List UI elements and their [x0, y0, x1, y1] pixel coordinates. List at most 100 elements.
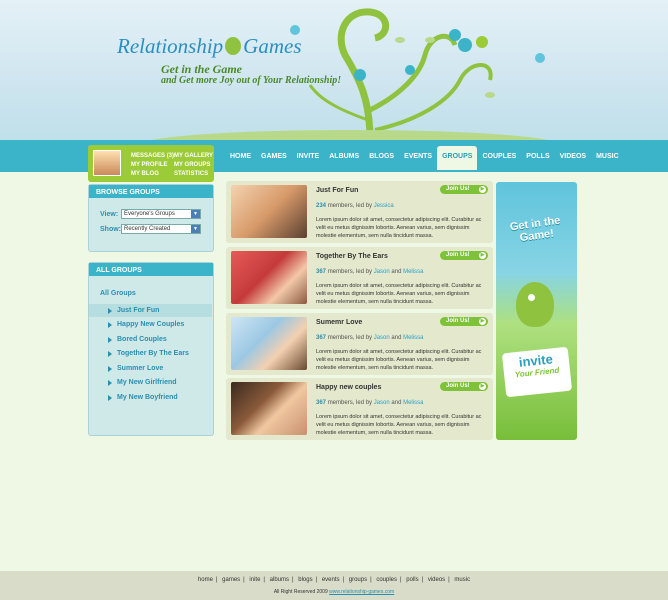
member-count: 367 [316, 400, 327, 406]
group-list-label: Bored Couples [117, 336, 167, 343]
profile-box: MESSAGES (3) MY GALLERY MY PROFILE MY GR… [88, 145, 214, 182]
arrow-right-icon [108, 308, 112, 314]
avatar[interactable] [93, 150, 121, 176]
group-description: Lorem ipsum dolor sit amet, consectetur … [316, 283, 482, 305]
nav-home[interactable]: HOME [225, 146, 256, 170]
my-blog-link[interactable]: MY BLOG [131, 171, 159, 177]
members-text: members, led by [327, 203, 373, 209]
bird-icon [516, 282, 554, 327]
group-card: Just For Fun Join Us! ▶ 234 members, led … [226, 181, 493, 243]
group-list-item-together-by-the-ears[interactable]: Together By The Ears [89, 347, 212, 360]
group-title[interactable]: Sumemr Love [316, 319, 362, 326]
nav-groups[interactable]: GROUPS [437, 146, 478, 170]
leader-link[interactable]: Jason [374, 335, 390, 341]
group-title[interactable]: Happy new couples [316, 384, 381, 391]
and-text: and [391, 400, 402, 406]
site-link[interactable]: www.relationship-games.com [329, 589, 394, 595]
all-groups-heading[interactable]: All Groups [100, 290, 136, 297]
tagline-sub: and Get more Joy out of Your Relationshi… [161, 75, 342, 86]
group-meta: 367 members, led by Jason and Melissa [316, 400, 423, 406]
group-list-item-happy-new-couples[interactable]: Happy New Couples [89, 318, 212, 331]
nav-albums[interactable]: ALBUMS [324, 146, 364, 170]
chevron-down-icon: ▼ [191, 225, 200, 233]
join-button[interactable]: Join Us! ▶ [440, 317, 488, 326]
footer-link-invite[interactable]: inite [249, 577, 260, 583]
footer-link-videos[interactable]: videos [428, 577, 445, 583]
group-list-label: Together By The Ears [117, 350, 189, 357]
site-logo[interactable]: Relationship Games [117, 34, 302, 59]
member-count: 234 [316, 203, 327, 209]
arrow-right-icon [108, 351, 112, 357]
group-list-item-bored-couples[interactable]: Bored Couples [89, 333, 212, 346]
messages-link[interactable]: MESSAGES (3) [131, 153, 174, 159]
footer-link-couples[interactable]: couples [376, 577, 397, 583]
group-description: Lorem ipsum dolor sit amet, consectetur … [316, 349, 482, 371]
footer [0, 571, 668, 600]
footer-link-blogs[interactable]: blogs [298, 577, 312, 583]
statistics-link[interactable]: STATISTICS [174, 171, 208, 177]
group-photo[interactable] [231, 251, 307, 304]
footer-link-albums[interactable]: albums [270, 577, 289, 583]
nav-events[interactable]: EVENTS [399, 146, 437, 170]
nav-invite[interactable]: INVITE [292, 146, 325, 170]
group-title[interactable]: Together By The Ears [316, 253, 388, 260]
members-text: members, led by [327, 269, 373, 275]
group-photo[interactable] [231, 317, 307, 370]
join-label: Join Us! [446, 252, 470, 258]
nav-music[interactable]: MUSIC [591, 146, 624, 170]
copyright: All Right Reserved 2009 www.relationship… [0, 589, 668, 595]
arrow-right-icon [108, 366, 112, 372]
footer-link-polls[interactable]: polls [406, 577, 418, 583]
leader-link[interactable]: Melissa [403, 335, 423, 341]
tree-illustration [290, 8, 545, 140]
view-select[interactable]: Everyone's Groups ▼ [121, 209, 201, 219]
my-profile-link[interactable]: MY PROFILE [131, 162, 168, 168]
group-list-item-summer-love[interactable]: Summer Love [89, 362, 212, 375]
show-select[interactable]: Recently Created ▼ [121, 224, 201, 234]
my-gallery-link[interactable]: MY GALLERY [174, 153, 213, 159]
invite-friend-button[interactable]: invite Your Friend [501, 346, 573, 398]
group-photo[interactable] [231, 185, 307, 238]
join-button[interactable]: Join Us! ▶ [440, 185, 488, 194]
leader-link[interactable]: Jason [374, 269, 390, 275]
group-list-label: Summer Love [117, 365, 164, 372]
footer-link-games[interactable]: games [222, 577, 240, 583]
join-button[interactable]: Join Us! ▶ [440, 382, 488, 391]
show-select-value: Recently Created [124, 226, 171, 232]
my-groups-link[interactable]: MY GROUPS [174, 162, 211, 168]
arrow-right-icon: ▶ [479, 252, 486, 259]
all-groups-title: ALL GROUPS [89, 263, 213, 276]
nav-videos[interactable]: VIDEOS [555, 146, 591, 170]
nav-couples[interactable]: COUPLES [477, 146, 521, 170]
group-list-item-just-for-fun[interactable]: Just For Fun [89, 304, 212, 317]
group-photo[interactable] [231, 382, 307, 435]
nav-blogs[interactable]: BLOGS [364, 146, 399, 170]
footer-link-groups[interactable]: groups [349, 577, 367, 583]
group-list-label: Happy New Couples [117, 321, 185, 328]
footer-link-music[interactable]: music [454, 577, 470, 583]
group-list-item-my-new-boyfriend[interactable]: My New Boyfriend [89, 391, 212, 404]
footer-link-home[interactable]: home [198, 577, 213, 583]
messages-count: (3) [166, 153, 175, 159]
messages-label: MESSAGES [131, 153, 166, 159]
leader-link[interactable]: Jason [374, 400, 390, 406]
nav-games[interactable]: GAMES [256, 146, 292, 170]
leader-link[interactable]: Melissa [403, 400, 423, 406]
logo-text-1: Relationship [117, 34, 224, 58]
group-list-item-my-new-girlfriend[interactable]: My New Girlfriend [89, 376, 212, 389]
leader-link[interactable]: Melissa [403, 269, 423, 275]
group-title[interactable]: Just For Fun [316, 187, 358, 194]
nav-polls[interactable]: POLLS [521, 146, 554, 170]
show-label: Show: [100, 226, 121, 233]
group-description: Lorem ipsum dolor sit amet, consectetur … [316, 414, 482, 436]
join-button[interactable]: Join Us! ▶ [440, 251, 488, 260]
footer-link-events[interactable]: events [322, 577, 340, 583]
arrow-right-icon: ▶ [479, 318, 486, 325]
leader-link[interactable]: Jessica [374, 203, 394, 209]
member-count: 367 [316, 269, 327, 275]
group-meta: 234 members, led by Jessica [316, 203, 394, 209]
invite-banner[interactable]: Get in the Game! invite Your Friend [496, 182, 577, 440]
arrow-right-icon [108, 322, 112, 328]
view-label: View: [100, 211, 119, 218]
group-card: Sumemr Love Join Us! ▶ 367 members, led b… [226, 313, 493, 375]
